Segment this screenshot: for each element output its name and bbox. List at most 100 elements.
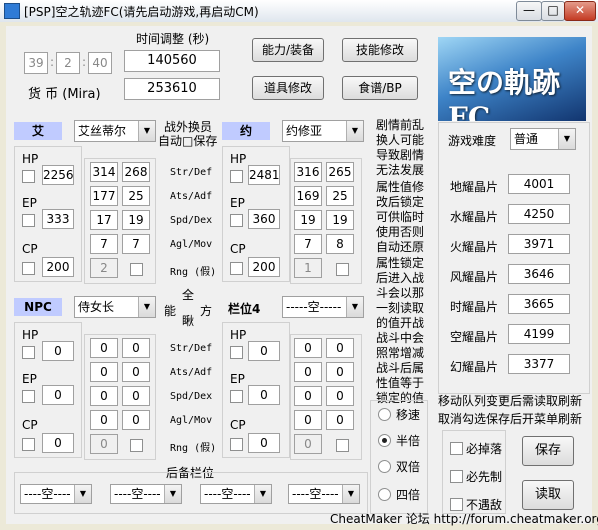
crystal-mirage[interactable]: 3377 [508,354,570,374]
char1-mov[interactable]: 7 [122,234,150,254]
slot2-select[interactable]: 约修亚 ▼ [282,120,364,142]
crystal-time[interactable]: 3665 [508,294,570,314]
char1-adf[interactable]: 25 [122,186,150,206]
char2-ep-lock[interactable] [230,214,243,227]
time-hour[interactable]: 39 [24,52,48,74]
char2-dex[interactable]: 19 [326,210,354,230]
char3-dex[interactable]: 0 [122,386,150,406]
npc-select[interactable]: 侍女长 ▼ [74,296,156,318]
char2-cp[interactable]: 200 [248,257,280,277]
char4-hp[interactable]: 0 [248,341,280,361]
char1-hp-lock[interactable] [22,170,35,183]
char2-hp-lock[interactable] [230,170,243,183]
char2-rng-lock[interactable] [336,263,349,276]
char4-mov[interactable]: 0 [326,410,354,430]
char3-rng[interactable]: 0 [90,434,118,454]
char1-str[interactable]: 314 [90,162,118,182]
char1-ats[interactable]: 177 [90,186,118,206]
time-input[interactable]: 140560 [124,50,220,72]
char2-hp[interactable]: 2481 [248,165,280,185]
char2-mov[interactable]: 8 [326,234,354,254]
char1-cp-lock[interactable] [22,262,35,275]
char2-def[interactable]: 265 [326,162,354,182]
char3-cp[interactable]: 0 [42,433,74,453]
char4-rng[interactable]: 0 [294,434,322,454]
crystal-water[interactable]: 4250 [508,204,570,224]
char4-hp-lock[interactable] [230,346,243,359]
char1-cp[interactable]: 200 [42,257,74,277]
char3-str[interactable]: 0 [90,338,118,358]
char2-spd[interactable]: 19 [294,210,322,230]
speed-double-radio[interactable] [378,460,391,473]
char3-cp-lock[interactable] [22,438,35,451]
char3-spd[interactable]: 0 [90,386,118,406]
char2-rng[interactable]: 1 [294,258,322,278]
close-button[interactable]: ✕ [564,1,596,21]
char4-ep-lock[interactable] [230,390,243,403]
char1-rng[interactable]: 2 [90,258,118,278]
crystal-wind[interactable]: 3646 [508,264,570,284]
difficulty-select[interactable]: 普通 ▼ [510,128,576,150]
food-bp-button[interactable]: 食谱/BP [342,76,418,100]
char1-ep-lock[interactable] [22,214,35,227]
money-input[interactable]: 253610 [124,78,220,100]
char4-cp[interactable]: 0 [248,433,280,453]
read-button[interactable]: 读取 [522,480,574,510]
char2-cp-lock[interactable] [230,262,243,275]
char4-spd[interactable]: 0 [294,386,322,406]
char2-ep[interactable]: 360 [248,209,280,229]
item-edit-button[interactable]: 道具修改 [252,76,324,100]
char2-ats[interactable]: 169 [294,186,322,206]
crystal-earth[interactable]: 4001 [508,174,570,194]
auto-save-label[interactable]: 自动□保存 [158,132,217,149]
title-bar[interactable]: [PSP]空之轨迹FC(请先启动游戏,再启动CM) — □ ✕ [0,0,598,22]
char4-dex[interactable]: 0 [326,386,354,406]
char4-adf[interactable]: 0 [326,362,354,382]
speed-quad-radio[interactable] [378,488,391,501]
char3-ep-lock[interactable] [22,390,35,403]
char1-dex[interactable]: 19 [122,210,150,230]
slot1-select[interactable]: 艾丝蒂尔 ▼ [74,120,156,142]
must-drop-check[interactable] [450,442,463,455]
char3-hp-lock[interactable] [22,346,35,359]
footer-link[interactable]: CheatMaker 论坛 http://forum.cheatmaker.or… [330,510,598,527]
ability-equip-button[interactable]: 能力/装备 [252,38,324,62]
char4-def[interactable]: 0 [326,338,354,358]
char2-str[interactable]: 316 [294,162,322,182]
char3-def[interactable]: 0 [122,338,150,358]
char1-spd[interactable]: 17 [90,210,118,230]
char3-ep[interactable]: 0 [42,385,74,405]
speed-half-radio[interactable] [378,434,391,447]
char1-hp[interactable]: 2256 [42,165,74,185]
skill-edit-button[interactable]: 技能修改 [342,38,418,62]
char4-cp-lock[interactable] [230,438,243,451]
reserve-slot-3[interactable]: ----空---- ▼ [200,484,272,504]
slot4-select[interactable]: -----空----- ▼ [282,296,364,318]
char2-adf[interactable]: 25 [326,186,354,206]
reserve-slot-4[interactable]: ----空---- ▼ [288,484,360,504]
char4-agl[interactable]: 0 [294,410,322,430]
crystal-space[interactable]: 4199 [508,324,570,344]
char1-ep[interactable]: 333 [42,209,74,229]
char3-hp[interactable]: 0 [42,341,74,361]
maximize-button[interactable]: □ [541,1,565,21]
speed-move-radio[interactable] [378,408,391,421]
char3-mov[interactable]: 0 [122,410,150,430]
reserve-slot-1[interactable]: ----空---- ▼ [20,484,92,504]
char3-adf[interactable]: 0 [122,362,150,382]
char1-def[interactable]: 268 [122,162,150,182]
time-second[interactable]: 40 [88,52,112,74]
char4-rng-lock[interactable] [336,439,349,452]
char1-rng-lock[interactable] [130,263,143,276]
char4-ats[interactable]: 0 [294,362,322,382]
char2-agl[interactable]: 7 [294,234,322,254]
reserve-slot-2[interactable]: ----空---- ▼ [110,484,182,504]
crystal-fire[interactable]: 3971 [508,234,570,254]
char4-str[interactable]: 0 [294,338,322,358]
must-preempt-check[interactable] [450,470,463,483]
char4-ep[interactable]: 0 [248,385,280,405]
char3-agl[interactable]: 0 [90,410,118,430]
save-button[interactable]: 保存 [522,436,574,466]
char1-agl[interactable]: 7 [90,234,118,254]
minimize-button[interactable]: — [516,1,542,21]
